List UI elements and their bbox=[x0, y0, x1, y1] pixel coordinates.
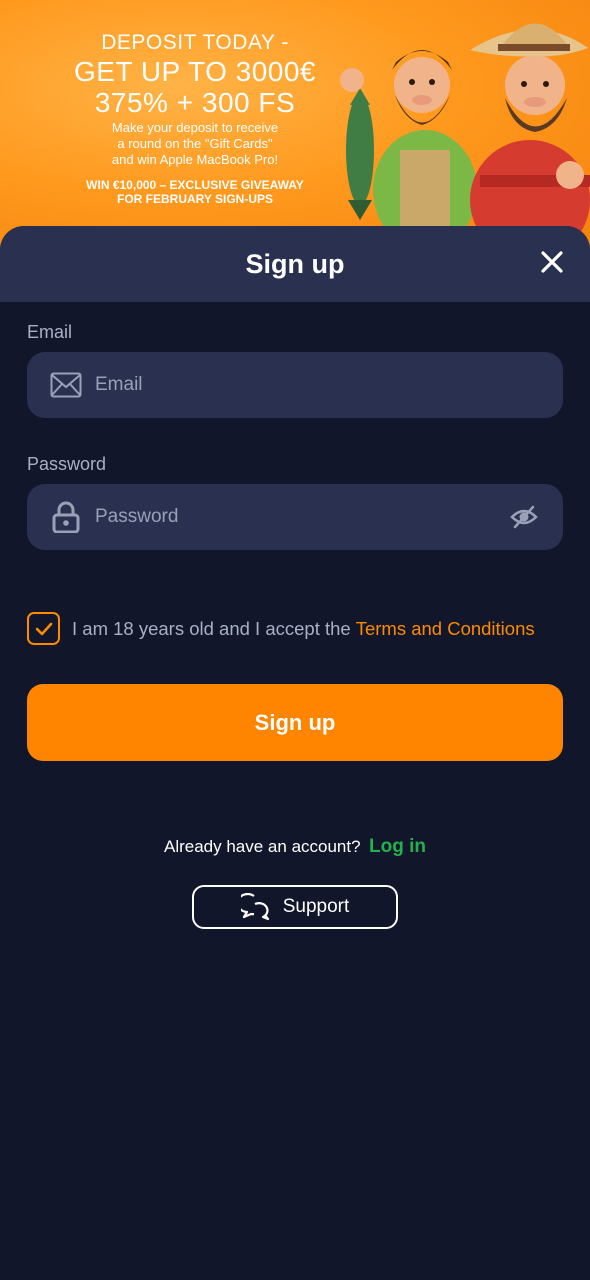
promo-text: DEPOSIT TODAY - GET UP TO 3000€ 375% + 3… bbox=[40, 30, 350, 206]
promo-desc1: Make your deposit to receive bbox=[111, 120, 279, 135]
eye-off-icon bbox=[510, 505, 538, 529]
account-text: Already have an account? bbox=[163, 837, 361, 856]
promo-giveaway2: FOR FEBRUARY SIGN-UPS bbox=[116, 192, 273, 206]
support-label: Support bbox=[282, 896, 350, 917]
promo-line3: 375% + 300 FS bbox=[94, 87, 296, 118]
modal-header: Sign up bbox=[0, 226, 590, 302]
signup-modal: Sign up Email Password bbox=[0, 226, 590, 1280]
login-prompt: Already have an account? Log in bbox=[0, 836, 590, 858]
terms-row: I am 18 years old and I accept the Terms… bbox=[27, 612, 535, 645]
password-label: Password bbox=[27, 454, 107, 474]
modal-title: Sign up bbox=[245, 248, 345, 279]
promo-line2: GET UP TO 3000€ bbox=[73, 56, 316, 87]
promo-desc2: a round on the "Gift Cards" bbox=[117, 136, 273, 151]
terms-link[interactable]: Terms and Conditions bbox=[356, 618, 535, 640]
email-field-wrapper bbox=[27, 352, 563, 418]
chat-bubbles-icon bbox=[240, 893, 269, 921]
email-label: Email bbox=[27, 322, 73, 342]
password-input[interactable] bbox=[95, 484, 509, 550]
toggle-password-visibility[interactable] bbox=[509, 502, 539, 532]
password-field-wrapper bbox=[27, 484, 563, 550]
login-link[interactable]: Log in bbox=[369, 836, 426, 857]
checkmark-icon bbox=[35, 622, 52, 635]
promo-giveaway1: WIN €10,000 – EXCLUSIVE GIVEAWAY bbox=[86, 178, 304, 192]
promo-banner[interactable]: DEPOSIT TODAY - GET UP TO 3000€ 375% + 3… bbox=[0, 0, 590, 250]
mail-icon bbox=[49, 368, 83, 402]
email-input[interactable] bbox=[95, 352, 563, 418]
signup-button[interactable]: Sign up bbox=[27, 684, 563, 761]
fishermen-illustration bbox=[340, 23, 590, 250]
close-button[interactable] bbox=[538, 248, 566, 276]
terms-text: I am 18 years old and I accept the bbox=[72, 617, 351, 639]
promo-desc3: and win Apple MacBook Pro! bbox=[111, 152, 279, 167]
close-icon bbox=[541, 251, 563, 273]
promo-line1: DEPOSIT TODAY - bbox=[101, 31, 289, 54]
lock-icon bbox=[49, 500, 83, 534]
support-button[interactable]: Support bbox=[192, 885, 398, 929]
terms-checkbox[interactable] bbox=[27, 612, 60, 645]
